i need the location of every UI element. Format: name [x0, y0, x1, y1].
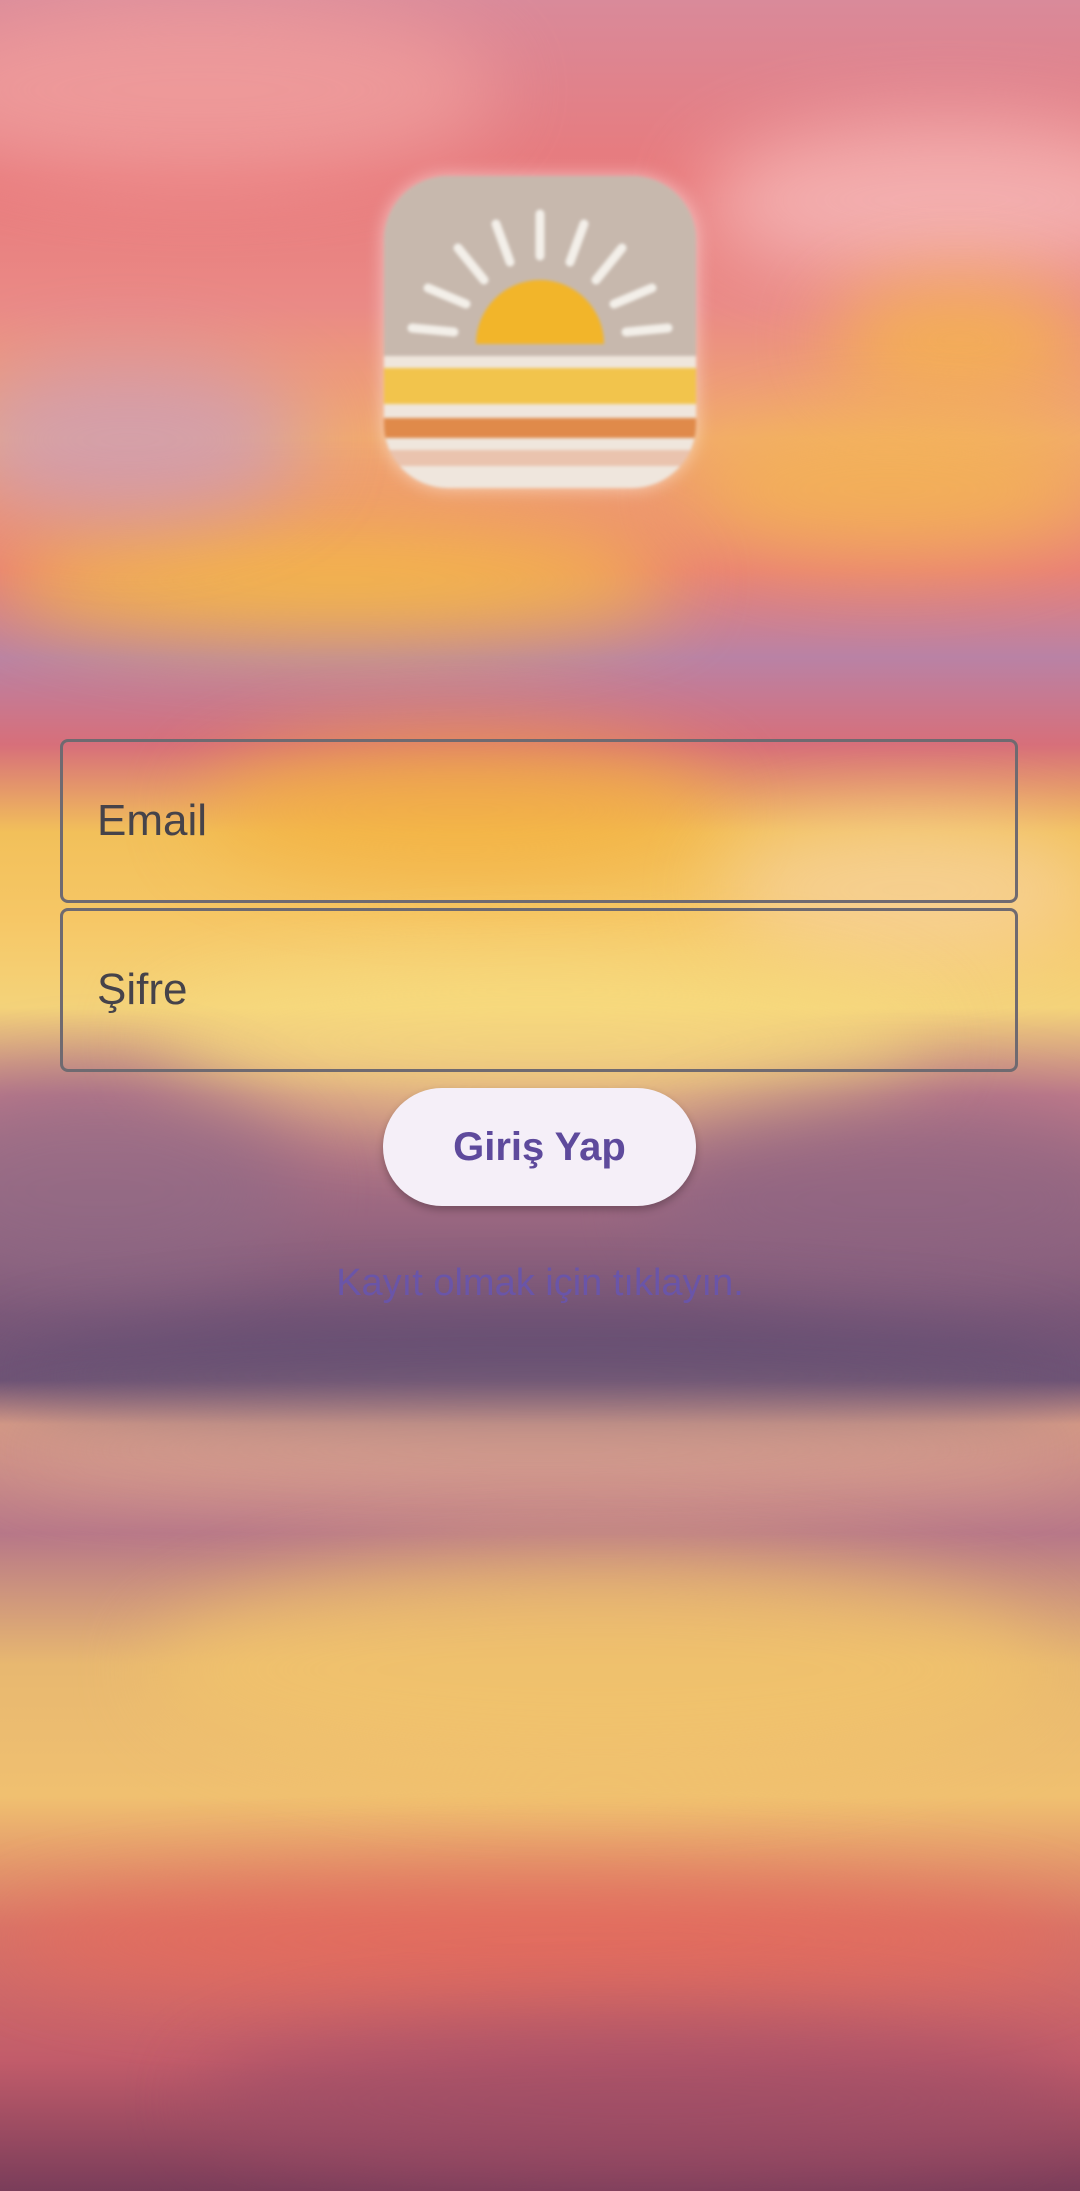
password-input[interactable] [63, 911, 1015, 1069]
email-input[interactable] [63, 742, 1015, 900]
email-field[interactable] [60, 739, 1018, 903]
login-button[interactable]: Giriş Yap [383, 1088, 696, 1206]
register-link[interactable]: Kayıt olmak için tıklayın. [0, 1262, 1080, 1305]
password-field[interactable] [60, 908, 1018, 1072]
sunset-logo-icon [384, 176, 696, 488]
